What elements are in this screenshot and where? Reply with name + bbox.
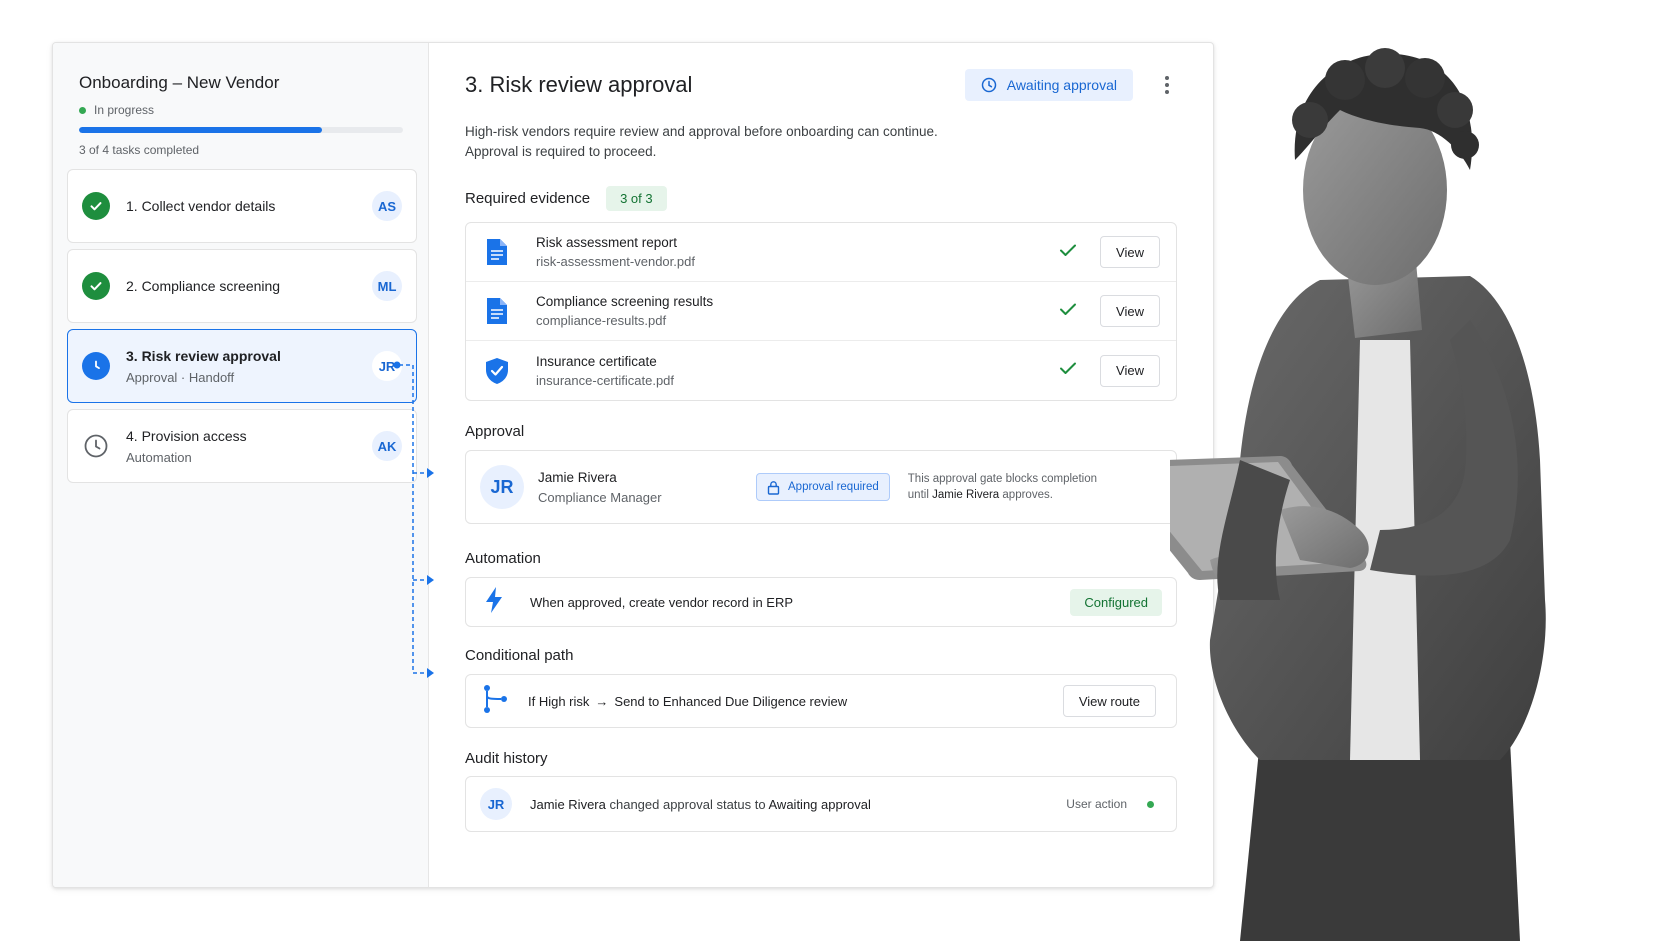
arrow-right-icon: → — [595, 693, 609, 709]
person-with-tablet-photo — [1170, 48, 1546, 941]
evidence-name: Insurance certificate — [536, 353, 657, 369]
audit-history-card: JR Jamie Rivera changed approval status … — [465, 776, 1177, 832]
status-dot-icon — [1147, 800, 1154, 808]
audit-actor-avatar: JR — [480, 788, 512, 820]
section-title-conditional-path: Conditional path — [465, 647, 574, 664]
workflow-app-window: Onboarding – New Vendor In progress 3 of… — [52, 42, 1214, 888]
workflow-status: In progress — [79, 103, 416, 117]
workflow-status-label: In progress — [94, 103, 155, 117]
check-circle-icon — [82, 272, 110, 300]
approval-required-badge: Approval required — [756, 473, 890, 501]
evidence-name: Compliance screening results — [536, 294, 714, 309]
assignee-avatar: AS — [372, 191, 402, 221]
lock-icon — [767, 480, 780, 495]
page-title: 3. Risk review approval — [465, 72, 693, 97]
evidence-list: Risk assessment report risk-assessment-v… — [465, 222, 1177, 401]
automation-card: When approved, create vendor record in E… — [465, 577, 1177, 627]
document-icon — [482, 237, 512, 267]
tasks-completed-count: 3 of 4 tasks completed — [79, 143, 200, 157]
task-description: High-risk vendors require review and app… — [465, 122, 1177, 162]
evidence-count-badge: 3 of 3 — [606, 186, 667, 211]
note-text: approves. — [1002, 489, 1053, 501]
conditional-path-card: If High risk → Send to Enhanced Due Dili… — [465, 674, 1177, 728]
clock-icon — [981, 77, 996, 93]
task-label: 1. Collect vendor details — [126, 198, 276, 214]
section-title-automation: Automation — [465, 550, 541, 567]
task-detail-panel: 3. Risk review approval Awaiting approva… — [429, 43, 1213, 887]
description-line: Approval is required to proceed. — [465, 144, 657, 159]
description-line: High-risk vendors require review and app… — [465, 124, 938, 139]
assignee-avatar: JR — [372, 351, 402, 381]
assignee-avatar: ML — [372, 271, 402, 301]
check-circle-icon — [82, 192, 110, 220]
audit-meta: User action — [1066, 797, 1127, 811]
checkmark-icon — [1058, 358, 1078, 383]
checkmark-icon — [1058, 240, 1078, 265]
view-button[interactable]: View — [1100, 295, 1160, 327]
status-badge-label: Awaiting approval — [1006, 77, 1117, 93]
audit-value: Awaiting approval — [768, 796, 871, 812]
task-item-compliance-screening[interactable]: 2. Compliance screening ML — [67, 249, 417, 323]
section-title-audit-history: Audit history — [465, 750, 548, 767]
configured-badge: Configured — [1070, 588, 1162, 616]
task-item-collect-vendor-details[interactable]: 1. Collect vendor details AS — [67, 169, 417, 243]
status-badge: Awaiting approval — [964, 69, 1133, 101]
list-item: Compliance screening results compliance-… — [466, 282, 1176, 341]
view-button[interactable]: View — [1100, 236, 1160, 268]
shield-check-icon — [482, 356, 512, 386]
assignee-avatar: AK — [372, 431, 402, 461]
section-title-approval: Approval — [465, 423, 525, 440]
clock-icon — [82, 352, 110, 380]
note-text: This approval gate blocks completion — [907, 473, 1097, 485]
list-item: Risk assessment report risk-assessment-v… — [466, 223, 1176, 282]
evidence-name: Risk assessment report — [536, 235, 678, 250]
approval-required-label: Approval required — [788, 481, 879, 493]
status-dot-icon — [79, 106, 86, 114]
evidence-file: compliance-results.pdf — [536, 313, 667, 328]
task-label: 2. Compliance screening — [126, 278, 281, 294]
branch-icon — [482, 684, 508, 719]
audit-verb: changed approval status to — [609, 796, 766, 812]
approver-role: Compliance Manager — [538, 489, 662, 505]
task-subtitle: Automation — [126, 449, 192, 465]
list-item: Insurance certificate insurance-certific… — [466, 341, 1176, 400]
progress-bar — [79, 127, 403, 133]
task-item-risk-review-approval[interactable]: 3. Risk review approval Approval · Hando… — [67, 329, 417, 403]
approver-avatar: JR — [480, 465, 524, 509]
audit-entry-text: Jamie Rivera changed approval status to … — [530, 797, 1066, 812]
clock-outline-icon — [82, 432, 110, 460]
workflow-title: Onboarding – New Vendor — [79, 73, 280, 92]
conditional-rule-text: If High risk → Send to Enhanced Due Dili… — [528, 694, 1063, 709]
progress-bar-fill — [79, 127, 322, 133]
task-label: 4. Provision access — [126, 427, 247, 444]
evidence-file: risk-assessment-vendor.pdf — [536, 254, 695, 269]
condition-label: If High risk — [528, 693, 590, 709]
view-route-button[interactable]: View route — [1062, 685, 1156, 717]
task-label: 3. Risk review approval — [126, 347, 281, 364]
approval-card: JR Jamie Rivera Compliance Manager Appro… — [465, 450, 1177, 524]
evidence-file: insurance-certificate.pdf — [536, 372, 675, 388]
automation-rule-text: When approved, create vendor record in E… — [530, 594, 794, 610]
approver-name: Jamie Rivera — [538, 469, 617, 485]
audit-actor: Jamie Rivera — [530, 796, 606, 812]
task-item-provision-access[interactable]: 4. Provision access Automation AK — [67, 409, 417, 483]
note-text: until — [907, 489, 929, 501]
lightning-bolt-icon — [484, 586, 504, 619]
approval-gate-note: This approval gate blocks completion unt… — [908, 471, 1120, 503]
workflow-sidebar: Onboarding – New Vendor In progress 3 of… — [53, 43, 429, 887]
document-icon — [482, 296, 512, 326]
checkmark-icon — [1058, 299, 1078, 324]
task-subtitle: Approval · Handoff — [126, 369, 235, 385]
section-title-evidence: Required evidence — [465, 190, 591, 207]
note-approver-name: Jamie Rivera — [932, 489, 1000, 501]
condition-target: Send to Enhanced Due Diligence review — [614, 693, 848, 709]
view-button[interactable]: View — [1100, 354, 1160, 387]
